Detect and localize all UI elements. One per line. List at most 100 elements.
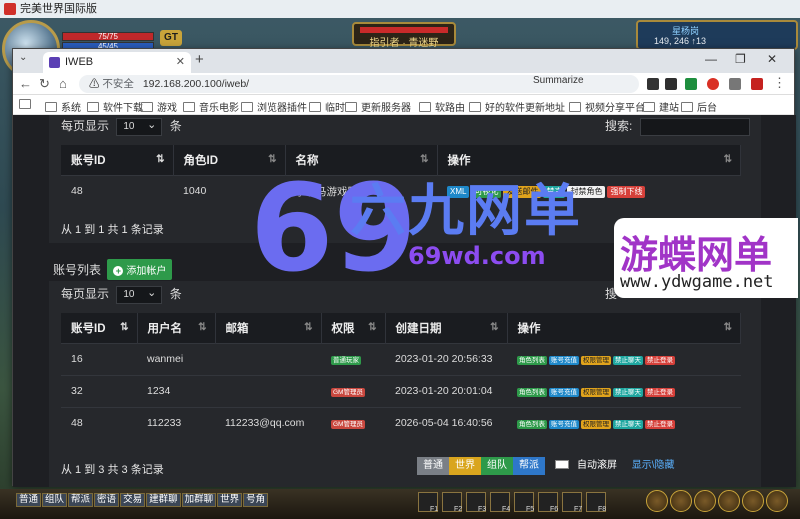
sort-icon: ⇅ (156, 154, 165, 165)
warning-icon: ⚠ (89, 78, 100, 90)
ban-login-button[interactable]: 禁止登录 (645, 356, 675, 365)
cell-email: 112233@qq.com (215, 406, 321, 439)
sort-icon: ⇅ (490, 322, 499, 333)
bookmark-item[interactable]: 软路由 (419, 99, 465, 114)
per-page-suffix: 条 (169, 119, 182, 133)
role-list-button[interactable]: 角色列表 (517, 356, 547, 365)
col-header[interactable]: 用户名 ⇅ (137, 313, 216, 343)
close-window-button[interactable]: ✕ (767, 52, 777, 66)
bookmark-item[interactable]: 好的软件更新地址 (469, 99, 565, 114)
chat-tabs: 普通 世界 组队 帮派 自动滚屏 显示\隐藏 (417, 457, 687, 475)
ban-chat-button[interactable]: 禁止聊天 (613, 356, 643, 365)
col-header[interactable]: 邮箱 ⇅ (215, 313, 322, 343)
menu-orb-icon[interactable] (670, 490, 692, 512)
channel-button[interactable]: 号角 (243, 493, 269, 507)
auto-scroll-label: 自动滚屏 (577, 460, 617, 471)
gt-button[interactable]: GT (160, 30, 182, 46)
add-account-button[interactable]: + 添加帐户 (107, 259, 173, 280)
tab-close-icon[interactable]: ✕ (176, 52, 185, 73)
col-header[interactable]: 账号ID ⇅ (61, 145, 174, 175)
channel-button[interactable]: 密语 (94, 493, 120, 507)
recharge-button[interactable]: 账号充值 (549, 388, 579, 397)
menu-orb-icon[interactable] (742, 490, 764, 512)
accounts-page-size-select[interactable]: 10 (116, 285, 163, 304)
extension-green-icon[interactable] (685, 78, 697, 90)
menu-orb-icon[interactable] (646, 490, 668, 512)
bookmark-item[interactable]: 音乐电影 (183, 99, 239, 114)
permission-button[interactable]: 权限管理 (581, 388, 611, 397)
role-list-button[interactable]: 角色列表 (517, 420, 547, 430)
channel-button[interactable]: 普通 (16, 493, 42, 507)
cell-actions: 角色列表 账号充值 权限管理 禁止聊天 禁止登录 (507, 406, 741, 439)
bookmark-item[interactable]: 建站 (643, 99, 679, 114)
minimap-header[interactable]: 星杨岗 149, 246 ↑13 (636, 20, 798, 50)
role-search-input[interactable] (639, 117, 750, 136)
restore-button[interactable]: ❐ (735, 52, 746, 66)
role-page-size-select[interactable]: 10 (116, 117, 163, 136)
ban-chat-button[interactable]: 禁止聊天 (613, 388, 643, 397)
auto-scroll-toggle[interactable]: 自动滚屏 显示\隐藏 (549, 457, 687, 475)
chat-tab-world[interactable]: 世界 (449, 457, 481, 475)
bookmark-item[interactable]: 后台 (681, 99, 717, 114)
cell-username: 112233 (137, 406, 215, 439)
cell-role: GM管理员 (321, 406, 385, 439)
channel-button[interactable]: 组队 (42, 493, 68, 507)
home-icon[interactable]: ⌂ (59, 76, 67, 91)
tab-iweb[interactable]: IWEB ✕ (43, 52, 191, 73)
menu-orb-icon[interactable] (694, 490, 716, 512)
col-header[interactable]: 操作 ⇅ (507, 313, 741, 343)
show-hide-link[interactable]: 显示\隐藏 (626, 460, 681, 471)
cell-role: 普通玩家 (321, 342, 385, 375)
profile-icon[interactable] (751, 78, 763, 90)
bookmark-item[interactable]: 临时 (309, 99, 345, 114)
chat-tab-guild[interactable]: 帮派 (513, 457, 545, 475)
chat-tab-normal[interactable]: 普通 (417, 457, 449, 475)
target-frame[interactable]: 指引者 · 青迷野 (352, 22, 456, 49)
bookmark-item[interactable]: 游戏 (141, 99, 177, 114)
bookmark-item[interactable]: 更新服务器 (345, 99, 411, 114)
extension-icon[interactable] (647, 78, 659, 90)
puzzle-icon[interactable] (729, 78, 741, 90)
ban-login-button[interactable]: 禁止登录 (645, 420, 675, 430)
minimize-button[interactable]: — (705, 52, 717, 66)
bookmark-apps-icon[interactable] (19, 99, 35, 111)
channel-button[interactable]: 帮派 (68, 493, 94, 507)
bookmark-item[interactable]: 浏览器插件 (241, 99, 307, 114)
channel-button[interactable]: 世界 (217, 493, 243, 507)
sort-icon: ⇅ (723, 154, 732, 165)
permission-button[interactable]: 权限管理 (581, 420, 611, 430)
back-icon[interactable]: ← (19, 76, 32, 91)
tab-list-icon[interactable]: ⌄ (19, 52, 27, 63)
adblock-icon[interactable] (707, 78, 719, 90)
fkey-label: F4 (502, 506, 511, 513)
bookmark-item[interactable]: 视频分享平台 (569, 99, 645, 114)
ban-login-button[interactable]: 禁止登录 (645, 388, 675, 397)
ban-chat-button[interactable]: 禁止聊天 (613, 420, 643, 430)
col-header[interactable]: 创建日期 ⇅ (385, 313, 508, 343)
summarize-button[interactable]: Summarize (533, 75, 584, 86)
recharge-button[interactable]: 账号充值 (549, 356, 579, 365)
force-logout-button[interactable]: 强制下线 (607, 185, 646, 198)
recharge-button[interactable]: 账号充值 (549, 420, 579, 430)
brand-watermark-69wd: 69 六九网单 69wd.com (240, 160, 580, 310)
role-list-button[interactable]: 角色列表 (517, 388, 547, 397)
page-size-value: 10 (123, 120, 135, 132)
col-header[interactable]: 账号ID ⇅ (61, 313, 138, 343)
reload-icon[interactable]: ↻ (39, 76, 50, 92)
channel-button[interactable]: 建群聊 (146, 493, 181, 507)
chat-tab-team[interactable]: 组队 (481, 457, 513, 475)
menu-icon[interactable]: ⋮ (773, 75, 786, 91)
bookmark-item[interactable]: 软件下载 (87, 99, 143, 114)
menu-orb-icon[interactable] (718, 490, 740, 512)
menu-orb-icon[interactable] (766, 490, 788, 512)
download-icon[interactable] (665, 78, 677, 90)
permission-button[interactable]: 权限管理 (581, 356, 611, 365)
sort-icon: ⇅ (723, 322, 732, 333)
new-tab-button[interactable]: + (195, 51, 204, 68)
insecure-label: 不安全 (102, 78, 134, 90)
channel-button[interactable]: 交易 (120, 493, 146, 507)
channel-button[interactable]: 加群聊 (181, 493, 217, 507)
col-header[interactable]: 权限 ⇅ (321, 313, 386, 343)
cell-actions: 角色列表 账号充值 权限管理 禁止聊天 禁止登录 (507, 342, 741, 375)
bookmark-item[interactable]: 系统 (45, 99, 81, 114)
